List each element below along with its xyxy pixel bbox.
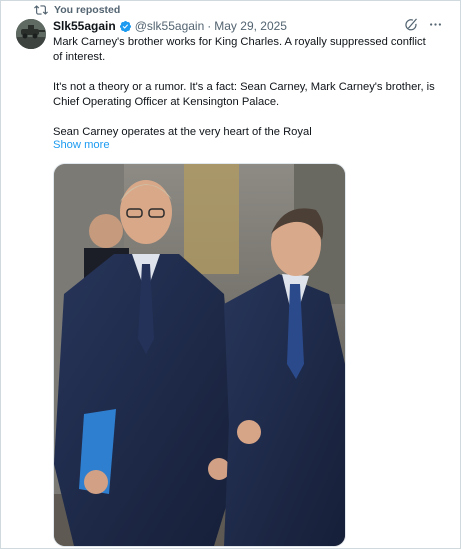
repost-indicator: You reposted <box>34 3 120 17</box>
verified-badge-icon <box>119 20 131 32</box>
post-image[interactable] <box>53 163 346 547</box>
show-more-link[interactable]: Show more <box>53 139 110 151</box>
author-handle[interactable]: @slk55again <box>135 19 205 33</box>
avatar-image <box>16 19 46 49</box>
post-paragraph: It's not a theory or a rumor. It's a fac… <box>53 81 435 108</box>
post-header: Slk55again @slk55again · May 29, 2025 <box>53 17 445 35</box>
post-paragraph: Sean Carney operates at the very heart o… <box>53 126 312 138</box>
post-date[interactable]: May 29, 2025 <box>214 19 287 33</box>
author-name[interactable]: Slk55again <box>53 19 116 33</box>
separator-dot: · <box>207 19 212 33</box>
avatar[interactable] <box>16 19 46 49</box>
repost-label: You reposted <box>54 4 121 16</box>
header-actions <box>404 17 443 32</box>
post-paragraph: Mark Carney's brother works for King Cha… <box>53 36 426 63</box>
more-icon[interactable] <box>428 17 443 32</box>
photo-two-men-walking <box>54 164 345 546</box>
post-text: Mark Carney's brother works for King Cha… <box>53 35 438 155</box>
repost-icon <box>34 5 48 15</box>
grok-icon[interactable] <box>404 17 419 32</box>
